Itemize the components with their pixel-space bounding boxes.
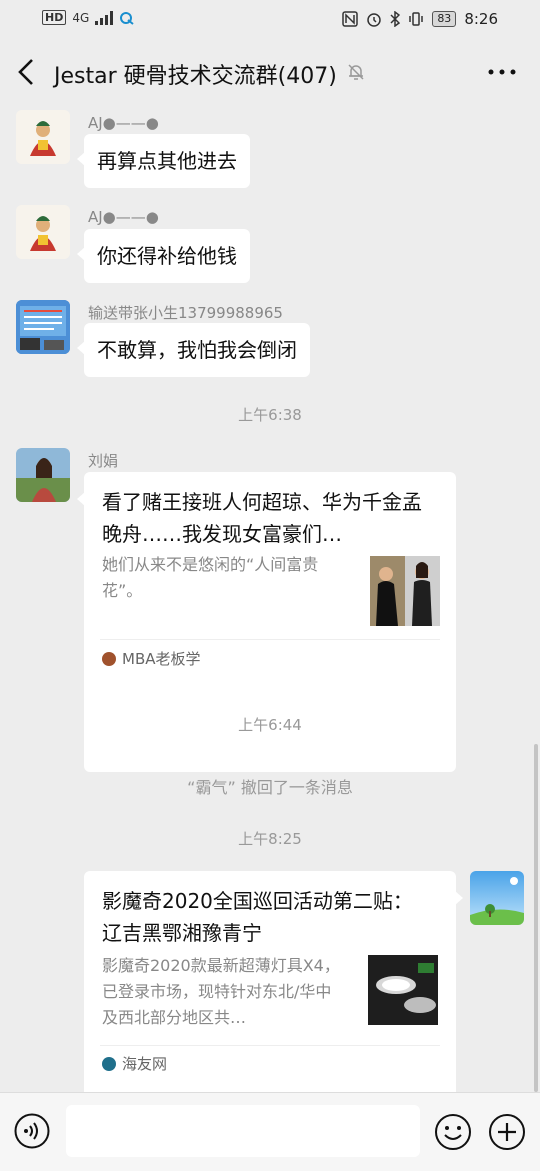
- mute-bell-icon: [348, 64, 364, 80]
- recall-notice: “霸气” 撤回了一条消息: [187, 778, 353, 797]
- article-card[interactable]: 影魔奇2020全国巡回活动第二贴： 辽吉黑鄂湘豫青宁 影魔奇2020款最新超薄灯…: [84, 871, 463, 1092]
- sender-name: 刘娟: [88, 452, 119, 470]
- article-description: 影魔奇2020款最新超薄灯具X4，已登录市场，现特针对东北/华中及西北部分地区共…: [102, 956, 340, 1027]
- chat-header: Jestar 硬骨技术交流群(407): [0, 40, 540, 104]
- article-title: 影魔奇2020全国巡回活动第二贴： 辽吉黑鄂湘豫青宁: [102, 889, 413, 945]
- source-logo-icon: [102, 651, 116, 666]
- battery-indicator: 83: [432, 11, 457, 27]
- message-input[interactable]: [66, 1105, 420, 1157]
- sender-name: AJ●——●: [88, 114, 159, 132]
- avatar[interactable]: [16, 205, 70, 259]
- message-bubble[interactable]: 不敢算，我怕我会倒闭: [77, 323, 310, 377]
- avatar[interactable]: [16, 110, 70, 164]
- voice-input-icon[interactable]: [14, 1113, 50, 1149]
- timestamp: 上午8:25: [238, 830, 302, 848]
- plus-icon[interactable]: [488, 1113, 526, 1151]
- input-bar: [0, 1092, 540, 1171]
- alarm-icon: [367, 13, 382, 27]
- scrollbar[interactable]: [534, 744, 538, 1092]
- card-divider: [100, 639, 440, 640]
- card-divider: [100, 1045, 440, 1046]
- article-thumbnail: [368, 955, 438, 1025]
- chat-area[interactable]: AJ●——● 再算点其他进去 AJ●——● 你还得补给他钱 输送带张小生1379…: [0, 104, 540, 1092]
- status-left: HD 4G: [42, 10, 135, 25]
- hd-badge: HD: [42, 10, 67, 25]
- my-avatar[interactable]: [470, 871, 524, 925]
- network-label: 4G: [72, 10, 90, 25]
- timestamp: 上午6:44: [238, 716, 302, 734]
- back-arrow-icon[interactable]: [12, 54, 42, 90]
- article-description: 她们从来不是悠闲的“人间富贵花”。: [102, 555, 319, 600]
- avatar[interactable]: [16, 300, 70, 354]
- chat-title: Jestar 硬骨技术交流群(407): [54, 64, 337, 89]
- article-source: MBA老板学: [102, 648, 201, 669]
- status-bar: HD 4G 83 8:26: [0, 0, 540, 40]
- emoji-icon[interactable]: [434, 1113, 472, 1151]
- source-name: 海友网: [122, 1055, 168, 1073]
- clock: 8:26: [464, 10, 498, 28]
- article-thumbnail: [370, 556, 440, 626]
- source-name: MBA老板学: [122, 650, 201, 668]
- timestamp: 上午6:38: [238, 406, 302, 424]
- avatar[interactable]: [16, 448, 70, 502]
- more-options-icon[interactable]: [486, 60, 518, 84]
- sender-name: 输送带张小生13799988965: [88, 304, 283, 322]
- article-source: 海友网: [102, 1053, 167, 1074]
- article-title: 看了赌王接班人何超琼、华为千金孟晚舟……我发现女富豪们…: [102, 490, 422, 546]
- cloud-icon: [120, 11, 134, 25]
- message-bubble[interactable]: 你还得补给他钱: [77, 229, 250, 283]
- status-right: 83 8:26: [342, 10, 498, 28]
- signal-icon: [95, 10, 114, 25]
- message-bubble[interactable]: 再算点其他进去: [77, 134, 250, 188]
- sender-name: AJ●——●: [88, 208, 159, 226]
- source-logo-icon: [102, 1056, 116, 1071]
- nfc-icon: [342, 11, 359, 27]
- vibrate-icon: [409, 12, 424, 26]
- bluetooth-icon: [390, 11, 401, 27]
